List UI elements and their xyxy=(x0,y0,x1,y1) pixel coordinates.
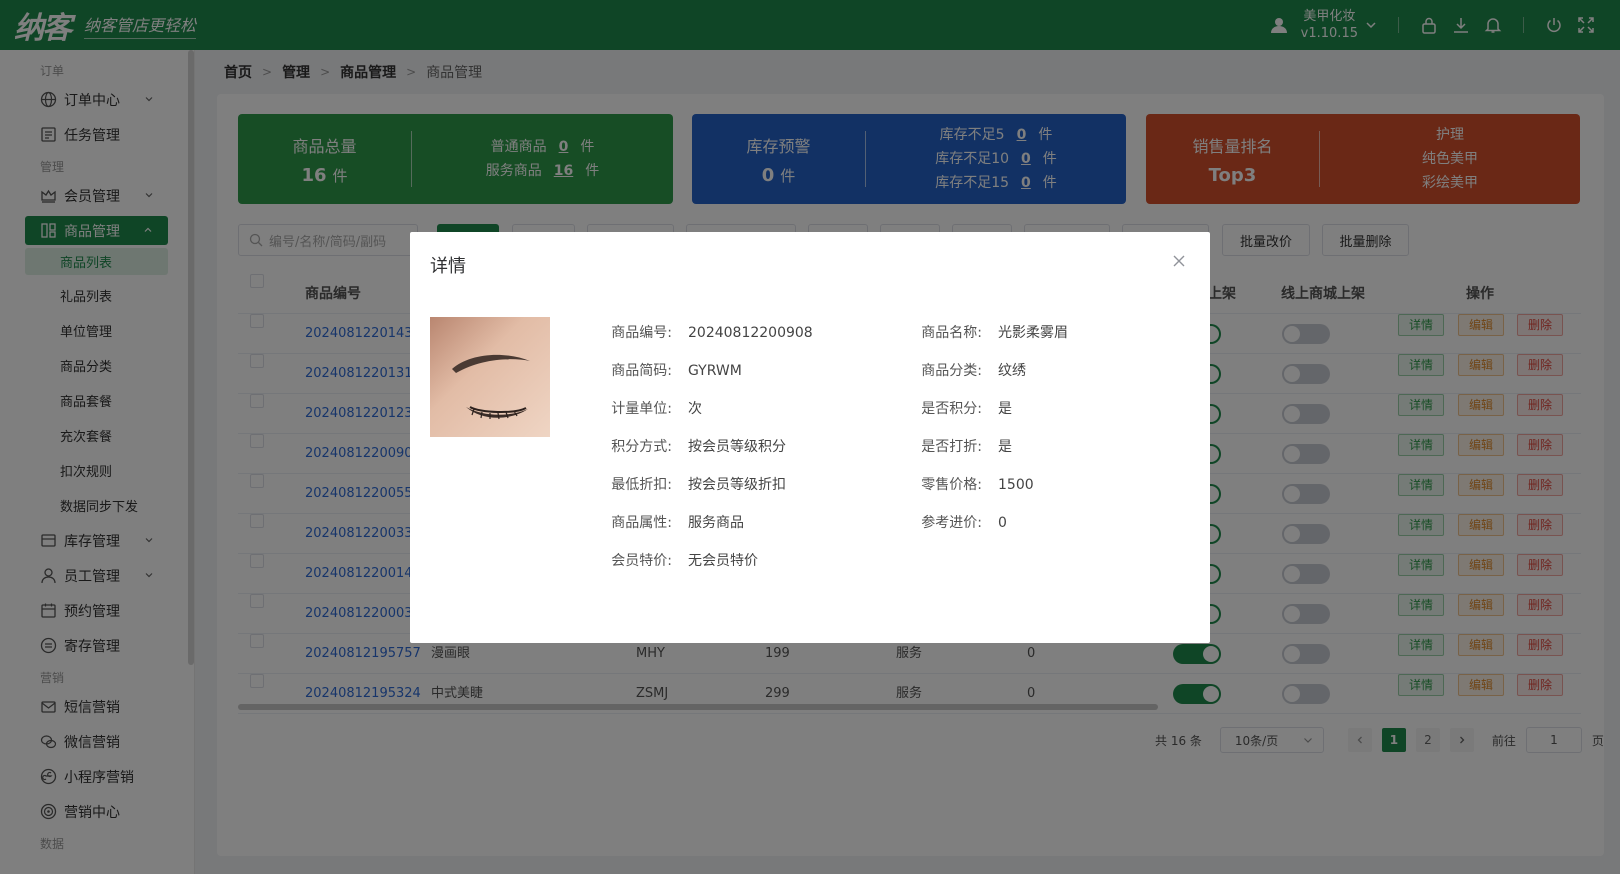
field-code: 商品编号: 20240812200908 xyxy=(600,322,813,342)
field-value: 0 xyxy=(998,515,1007,531)
field-value: 20240812200908 xyxy=(688,325,813,341)
field-value: 服务商品 xyxy=(688,515,744,531)
field-member-price: 会员特价: 无会员特价 xyxy=(600,550,758,570)
field-value: 1500 xyxy=(998,477,1034,493)
field-name: 商品名称: 光影柔雾眉 xyxy=(910,322,1068,342)
field-label: 参考进价: xyxy=(921,515,982,531)
field-min-discount: 最低折扣: 按会员等级折扣 xyxy=(600,474,786,494)
field-points-mode: 积分方式: 按会员等级积分 xyxy=(600,436,786,456)
field-value: 按会员等级折扣 xyxy=(688,477,786,493)
field-value: 纹绣 xyxy=(998,363,1026,379)
detail-modal: 详情 商品编号: 20240812200908 商品名称: 光影柔雾眉 商品简码: G… xyxy=(410,232,1210,643)
modal-title: 详情 xyxy=(430,256,466,277)
field-value: 次 xyxy=(688,401,702,417)
field-label: 最低折扣: xyxy=(611,477,672,493)
field-retail-price: 零售价格: 1500 xyxy=(910,474,1034,494)
field-label: 商品属性: xyxy=(611,515,672,531)
field-category: 商品分类: 纹绣 xyxy=(910,360,1026,380)
field-label: 零售价格: xyxy=(921,477,982,493)
field-label: 会员特价: xyxy=(611,553,672,569)
field-short-code: 商品简码: GYRWM xyxy=(600,360,742,380)
field-value: 光影柔雾眉 xyxy=(998,325,1068,341)
field-value: 是 xyxy=(998,439,1012,455)
product-image xyxy=(430,317,550,437)
field-value: 按会员等级积分 xyxy=(688,439,786,455)
field-value: 是 xyxy=(998,401,1012,417)
field-value: GYRWM xyxy=(688,363,742,379)
field-label: 是否积分: xyxy=(921,401,982,417)
field-label: 商品名称: xyxy=(921,325,982,341)
field-ref-price: 参考进价: 0 xyxy=(910,512,1007,532)
field-label: 是否打折: xyxy=(921,439,982,455)
field-label: 商品简码: xyxy=(611,363,672,379)
field-label: 商品分类: xyxy=(921,363,982,379)
field-attribute: 商品属性: 服务商品 xyxy=(600,512,744,532)
field-discount: 是否打折: 是 xyxy=(910,436,1012,456)
field-points: 是否积分: 是 xyxy=(910,398,1012,418)
field-value: 无会员特价 xyxy=(688,553,758,569)
field-unit: 计量单位: 次 xyxy=(600,398,702,418)
field-label: 计量单位: xyxy=(611,401,672,417)
field-label: 商品编号: xyxy=(611,325,672,341)
close-icon[interactable] xyxy=(1172,254,1186,268)
field-label: 积分方式: xyxy=(611,439,672,455)
